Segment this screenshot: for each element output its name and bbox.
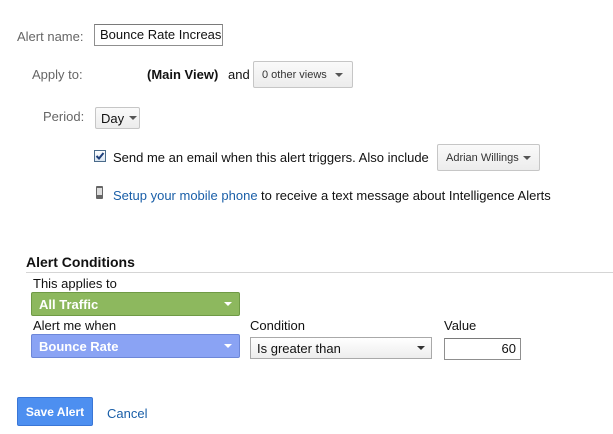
period-dropdown[interactable]: Day <box>95 107 140 129</box>
condition-label: Condition <box>250 318 305 333</box>
alert-me-when-label: Alert me when <box>33 318 117 333</box>
chevron-down-icon <box>129 116 138 120</box>
other-views-dropdown[interactable]: 0 other views <box>253 61 353 88</box>
chevron-down-icon <box>224 344 232 348</box>
mobile-rest-text: to receive a text message about Intellig… <box>261 188 551 203</box>
apply-to-and: and <box>228 67 250 82</box>
alert-name-label: Alert name: <box>17 29 84 44</box>
chevron-down-icon <box>334 72 343 77</box>
setup-mobile-link[interactable]: Setup your mobile phone <box>113 188 258 203</box>
chevron-down-icon <box>523 155 531 160</box>
recipient-dropdown[interactable]: Adrian Willings <box>437 144 540 171</box>
email-checkbox[interactable] <box>94 150 106 162</box>
other-views-dropdown-label: 0 other views <box>262 68 327 81</box>
chevron-down-icon <box>417 346 425 350</box>
metric-dropdown[interactable]: Bounce Rate <box>31 334 240 358</box>
main-view-text: (Main View) <box>147 67 219 82</box>
threshold-value-input[interactable]: 60 <box>444 338 521 360</box>
metric-dropdown-label: Bounce Rate <box>39 338 119 354</box>
recipient-dropdown-label: Adrian Willings <box>446 151 519 164</box>
cancel-link[interactable]: Cancel <box>107 406 147 421</box>
period-dropdown-label: Day <box>101 110 125 126</box>
alert-name-input[interactable]: Bounce Rate Increase <box>94 24 223 46</box>
all-traffic-segment-dropdown[interactable]: All Traffic <box>31 292 240 316</box>
all-traffic-label: All Traffic <box>39 296 99 312</box>
period-label: Period: <box>43 109 85 124</box>
condition-select-label: Is greater than <box>257 340 341 356</box>
checkmark-icon <box>95 152 105 160</box>
apply-to-label: Apply to: <box>32 67 83 82</box>
value-label: Value <box>444 318 477 333</box>
condition-select[interactable]: Is greater than <box>250 337 432 359</box>
alert-conditions-title: Alert Conditions <box>26 254 135 270</box>
chevron-down-icon <box>224 302 232 306</box>
applies-to-label: This applies to <box>33 276 117 291</box>
section-divider <box>26 272 613 273</box>
save-alert-button[interactable]: Save Alert <box>17 397 93 426</box>
mobile-phone-icon <box>96 186 103 199</box>
email-text: Send me an email when this alert trigger… <box>113 150 429 165</box>
